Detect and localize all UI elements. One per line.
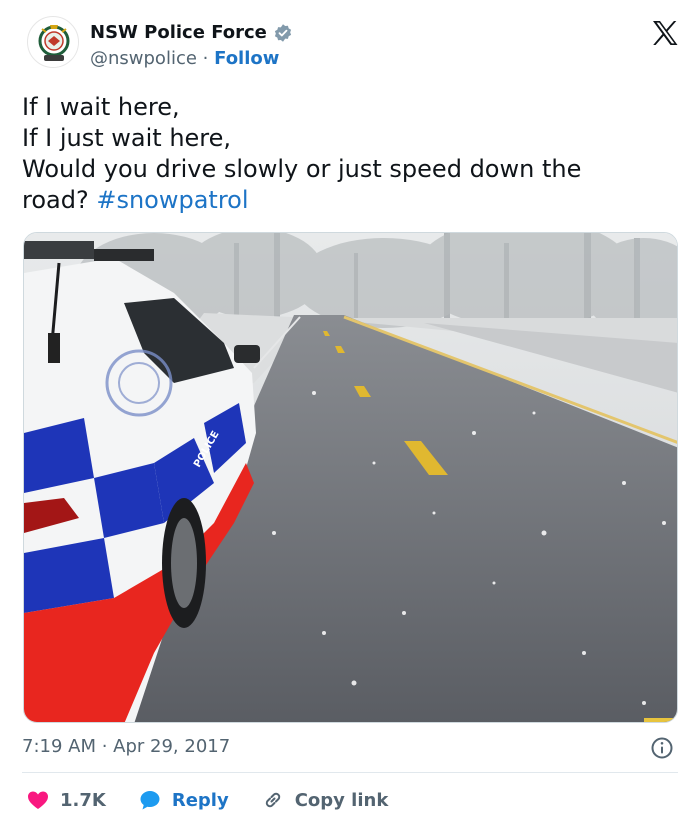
snowy-road-police-car-photo: POLICE: [24, 233, 677, 722]
avatar[interactable]: [27, 16, 79, 68]
handle-separator: ·: [202, 48, 209, 69]
link-icon: [265, 792, 280, 808]
tweet-timestamp[interactable]: 7:19 AM · Apr 29, 2017: [22, 736, 230, 757]
x-logo-icon[interactable]: [650, 18, 680, 48]
verified-badge-icon: [274, 23, 291, 42]
reply-button[interactable]: Reply: [138, 788, 229, 812]
display-name[interactable]: NSW Police Force: [90, 22, 267, 43]
speech-bubble-icon: [140, 791, 160, 810]
tweet-header: NSW Police Force @nswpolice · Follow: [0, 0, 700, 82]
heart-icon: [28, 791, 48, 809]
handle-row: @nswpolice · Follow: [90, 48, 279, 69]
copy-link-label: Copy link: [294, 789, 389, 811]
follow-button[interactable]: Follow: [214, 48, 279, 69]
tweet-line-last: road? #snowpatrol: [22, 185, 662, 216]
hashtag-link[interactable]: #snowpatrol: [96, 186, 248, 214]
like-count: 1.7K: [60, 789, 106, 811]
like-button[interactable]: 1.7K: [26, 788, 106, 812]
tweet-text: If I wait here, If I just wait here, Wou…: [22, 92, 662, 216]
tweet-line: If I just wait here,: [22, 124, 232, 152]
handle[interactable]: @nswpolice: [90, 48, 197, 69]
copy-link-button[interactable]: Copy link: [261, 788, 389, 812]
divider: [22, 772, 678, 773]
info-icon[interactable]: [650, 736, 674, 760]
tweet-line: Would you drive slowly or just speed dow…: [22, 155, 582, 183]
reply-label: Reply: [171, 789, 229, 811]
tweet-last-words: road?: [22, 186, 89, 214]
tweet-actions: 1.7K Reply Copy link: [26, 786, 420, 814]
tweet-photo[interactable]: POLICE: [23, 232, 678, 723]
tweet-line: If I wait here,: [22, 93, 180, 121]
name-row: NSW Police Force: [90, 22, 293, 43]
police-badge-icon: [30, 19, 78, 67]
